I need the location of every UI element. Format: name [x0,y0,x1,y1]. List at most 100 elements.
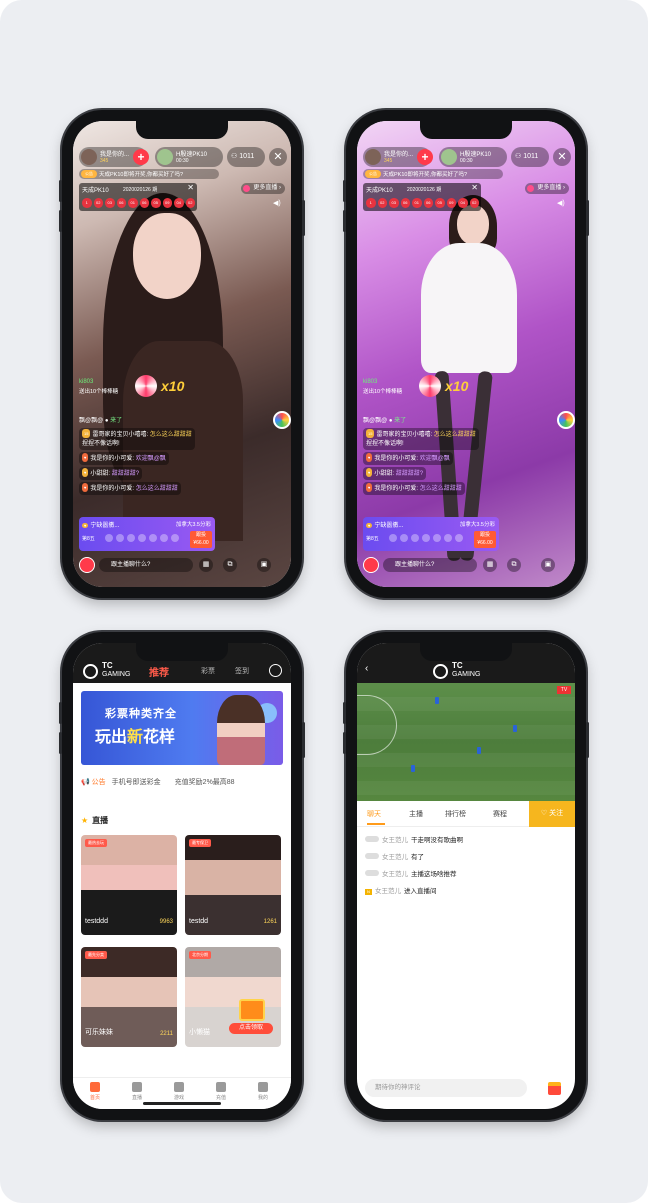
share-icon[interactable]: ⧉ [507,558,521,572]
recharge-icon[interactable]: ▣ [257,558,271,572]
game-float-icon[interactable] [557,411,575,429]
lottery-title: 天成PK10 [82,188,109,194]
close-icon[interactable]: ✕ [553,148,571,166]
follow-plus-button[interactable]: + [133,149,149,165]
streamer-face [457,205,489,245]
gift-icon[interactable]: ▦ [483,558,497,572]
gift-text: 送出10个棒棒糖 [363,389,403,395]
follow-bet-bar[interactable]: ♥ 宁缺嚣擻... 加拿大3.5分彩 第8五 跟投 ¥66.00 [363,517,499,551]
viewer-count[interactable]: ⚇ 1011 [511,147,549,167]
follow-button[interactable]: ♡ 关注 [529,801,575,827]
gamepad-icon [174,1082,184,1092]
chat-message: ♥ 小甜甜: 甜甜甜甜? [363,467,513,480]
viewer-count-value: 1011 [239,153,255,160]
chat-message: 飘@飘@ ● 来了 [363,418,407,424]
live-tile[interactable]: 最专保卫 testdd 1261 [185,835,281,935]
close-icon[interactable]: ✕ [269,148,287,166]
lottery-title: 天成PK10 [366,188,393,194]
gift-icon[interactable] [548,1082,561,1095]
chat-input[interactable]: 跟主播聊什么? [99,558,193,572]
live-tile[interactable]: 北京分期 小懒猫 点击领取 [185,947,281,1047]
share-icon[interactable]: ⧉ [223,558,237,572]
channel-logo: TV [557,686,571,694]
profile-icon [258,1082,268,1092]
game-icon[interactable] [363,557,379,573]
lottery-ball: 02 [377,198,387,208]
nav-profile[interactable]: 我的 [245,1082,281,1101]
lottery-ball: 01 [412,198,422,208]
more-live-button[interactable]: 更多直播 › [525,183,569,194]
gift-notice: ki803 送出10个棒棒糖 [79,379,143,399]
game-icon[interactable] [79,557,95,573]
announcement-bar[interactable]: 📢 公告 手机号即送彩金 充值奖励2%最高88 [81,777,283,789]
chat-message: 飘@飘@ ● 来了 [79,418,123,424]
follow-bet-bar[interactable]: ♥ 宁缺嚣擻... 加拿大3.5分彩 第8五 跟投 ¥66.00 [79,517,215,551]
live-dot-icon [527,185,535,192]
heart-icon: ♡ [540,810,550,817]
bottom-toolbar: 跟主播聊什么? ▦ ⧉ ▣ [363,557,569,573]
speaker-icon[interactable]: ◀) [557,199,567,209]
pk-info[interactable]: H殷速PK10 00:30 [439,147,507,167]
tab-lottery[interactable]: 彩票 [201,666,215,676]
follow-bet-button[interactable]: 跟投 ¥66.00 [190,531,212,548]
game-float-icon[interactable] [273,411,291,429]
promo-banner[interactable]: 彩票种类齐全 玩出新花样 [81,691,283,765]
match-video[interactable]: TV [357,683,575,801]
tile-name: 小懒猫 [189,1029,210,1036]
tab-signin[interactable]: 签到 [235,666,249,676]
tile-name: 可乐妹妹 [85,1029,113,1036]
tab-anchor[interactable]: 主播 [409,809,423,819]
live-dot-icon [243,185,251,192]
lottery-period: 2020020126 期 [407,186,442,193]
close-icon[interactable]: ✕ [471,183,478,192]
comment-input[interactable]: 期待你的神评论 [365,1079,527,1097]
redeem-gift-button[interactable]: 点击领取 [229,999,273,1035]
chat-message: ♥ 我是你的小可爱: 怎么这么甜甜甜 [79,482,229,495]
announcement-label: 公告 [91,779,106,786]
message-icon[interactable] [269,664,282,677]
live-tile[interactable]: 最热去玩 testddd 9963 [81,835,177,935]
bottom-toolbar: 跟主播聊什么? ▦ ⧉ ▣ [79,557,285,573]
pk-info[interactable]: H殷速PK10 00:30 [155,147,223,167]
more-live-button[interactable]: 更多直播 › [241,183,285,194]
anchor-fans: 345 [384,158,393,164]
nav-recharge[interactable]: 充值 [203,1082,239,1101]
nav-games[interactable]: 游戏 [161,1082,197,1101]
bet-user: 宁缺嚣擻... [374,523,404,529]
recharge-icon[interactable]: ▣ [541,558,555,572]
megaphone-icon: 📢 [81,779,92,786]
bet-user: 宁缺嚣擻... [90,523,120,529]
chat-message: ♥ 我是你的小可爱: 欢迎飘@飘 [363,452,513,465]
follow-plus-button[interactable]: + [417,149,433,165]
back-icon[interactable]: ‹ [365,663,368,674]
logo-icon [433,664,448,679]
live-tile[interactable]: 最先分卖 可乐妹妹 2211 [81,947,177,1047]
lottery-ball: 05 [151,198,161,208]
chat-message: 女王范儿 干走啊没有歌曲啊 [365,836,565,845]
tab-ranking[interactable]: 排行榜 [445,809,466,819]
follow-bet-button[interactable]: 跟投 ¥66.00 [474,531,496,548]
chat-input[interactable]: 跟主播聊什么? [383,558,477,572]
chat-message: ♥ 我是你的小可爱: 欢迎飘@飘 [79,452,229,465]
nav-live[interactable]: 直播 [119,1082,155,1101]
chat-list: 飘@飘@ ● 来了 15 雷哥家的宝贝小嘻嘻: 怎么这么甜甜甜 捏捏不像话啊! ♥ 我… [79,417,229,497]
notch [136,643,228,661]
lottery-panel[interactable]: 天成PK10 2020020126 期 ✕ 1 02 03 06 01 06 05 09 04 0… [363,183,481,211]
sports-screen: ‹ TC GAMING TV 聊天 主播 排行榜 赛程 ♡ 关注 女王范儿 干走… [357,643,575,1109]
tile-tag: 最专保卫 [189,839,211,847]
tab-chat[interactable]: 聊天 [367,809,381,819]
more-live-label: 更多直播 [537,185,562,191]
speaker-icon[interactable]: ◀) [273,199,283,209]
gift-icon[interactable]: ▦ [199,558,213,572]
chat-list: 飘@飘@ ● 来了 15 雷哥家的宝贝小嘻嘻: 怎么这么甜甜甜 捏捏不像话啊! ♥ 我… [363,417,513,497]
close-icon[interactable]: ✕ [187,183,194,192]
tile-name: testddd [85,918,108,925]
tab-recommend[interactable]: 推荐 [149,664,169,679]
phone-sports-live: ‹ TC GAMING TV 聊天 主播 排行榜 赛程 ♡ 关注 女王范儿 干走… [343,632,589,1120]
nav-home[interactable]: 首页 [77,1082,113,1101]
viewer-count[interactable]: ⚇ 1011 [227,147,265,167]
bet-label: 第8五 [366,536,379,542]
lottery-panel[interactable]: 天成PK10 2020020126 期 ✕ 1 02 03 06 01 06 05 09 04 0… [79,183,197,211]
logo-text: TC [452,661,463,670]
tab-schedule[interactable]: 赛程 [493,809,507,819]
